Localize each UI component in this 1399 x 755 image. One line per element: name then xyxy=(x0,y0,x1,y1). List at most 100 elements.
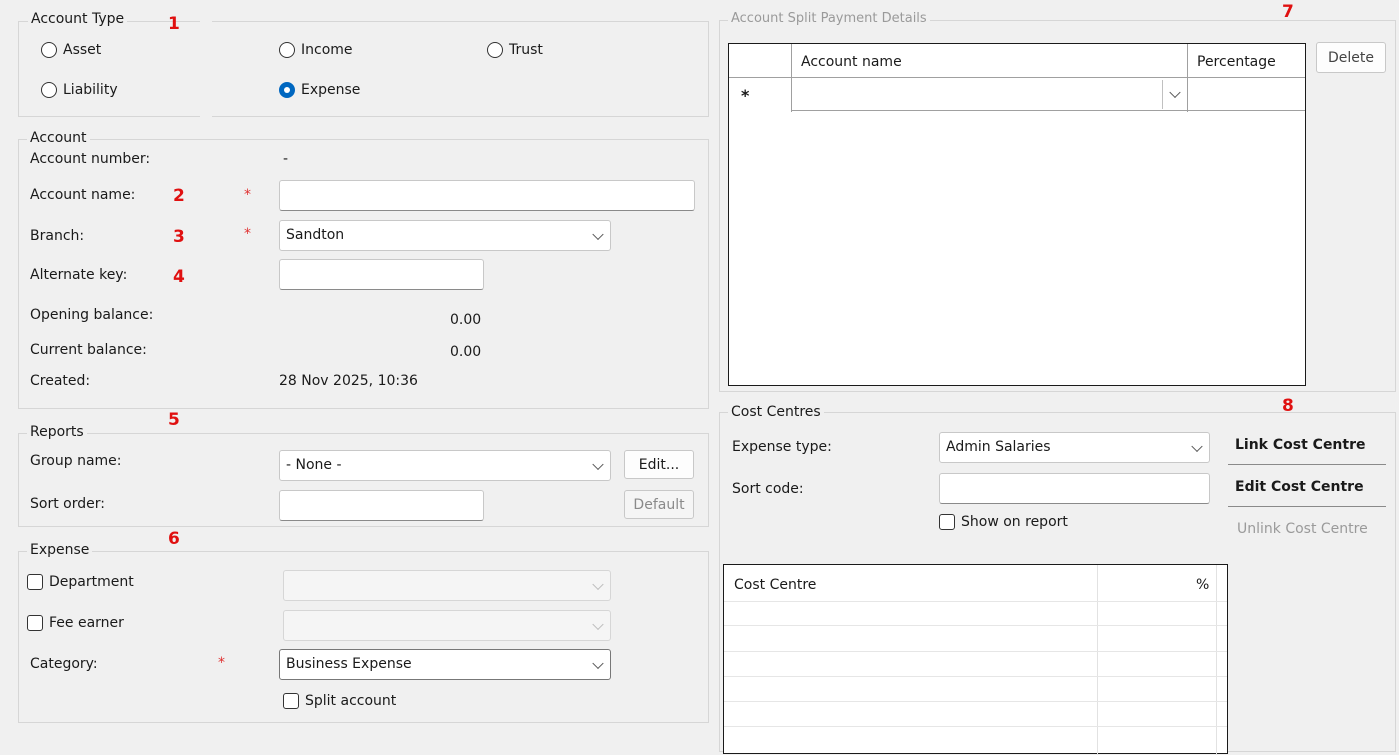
grid-row-line xyxy=(724,701,1227,702)
account-type-group xyxy=(18,21,709,117)
chevron-down-icon xyxy=(1191,440,1203,452)
radio-income[interactable]: Income xyxy=(279,42,353,58)
account-number-value: - xyxy=(283,151,289,167)
radio-liability-label: Liability xyxy=(63,82,118,98)
annotation-2: 2 xyxy=(173,186,185,206)
column-header-cost-centre[interactable]: Cost Centre xyxy=(734,577,816,593)
radio-trust-label: Trust xyxy=(509,42,543,58)
link-button-underline xyxy=(1228,464,1386,465)
sort-code-input[interactable] xyxy=(939,473,1210,504)
expense-type-select[interactable]: Admin Salaries xyxy=(939,432,1210,463)
account-legend: Account xyxy=(27,130,90,146)
grid-row-line xyxy=(724,601,1227,602)
group-name-label: Group name: xyxy=(30,453,122,469)
radio-expense[interactable]: Expense xyxy=(279,82,360,98)
new-row-account-select[interactable] xyxy=(791,78,1188,111)
annotation-3: 3 xyxy=(173,227,185,247)
fee-earner-checkbox[interactable]: Fee earner xyxy=(27,615,124,631)
sort-order-label: Sort order: xyxy=(30,496,105,512)
alternate-key-label: Alternate key: xyxy=(30,267,128,283)
annotation-8: 8 xyxy=(1282,396,1294,416)
branch-select[interactable]: Sandton xyxy=(279,220,611,251)
fee-earner-select[interactable] xyxy=(283,610,611,641)
checkbox-box xyxy=(283,693,299,709)
alternate-key-input[interactable] xyxy=(279,259,484,290)
group-name-value: - None - xyxy=(286,457,342,473)
department-select[interactable] xyxy=(283,570,611,601)
column-header-percentage[interactable]: Percentage xyxy=(1197,54,1276,70)
show-on-report-checkbox[interactable]: Show on report xyxy=(939,514,1068,530)
created-value: 28 Nov 2025, 10:36 xyxy=(279,373,418,389)
current-balance-value: 0.00 xyxy=(450,344,482,360)
annotation-4: 4 xyxy=(173,267,185,287)
unlink-cost-centre-button[interactable]: Unlink Cost Centre xyxy=(1237,521,1368,537)
radio-circle xyxy=(487,42,503,58)
annotation-7: 7 xyxy=(1282,2,1294,22)
category-value: Business Expense xyxy=(286,656,412,672)
checkbox-box xyxy=(27,574,43,590)
split-payment-grid[interactable]: Account name Percentage * xyxy=(728,43,1306,386)
column-header-account-name[interactable]: Account name xyxy=(801,54,902,70)
radio-asset[interactable]: Asset xyxy=(41,42,101,58)
category-label: Category: xyxy=(30,656,98,672)
account-name-input[interactable] xyxy=(279,180,695,211)
sort-order-input[interactable] xyxy=(279,490,484,521)
required-marker: * xyxy=(244,187,251,203)
required-marker: * xyxy=(218,655,225,671)
opening-balance-value: 0.00 xyxy=(450,312,482,328)
radio-circle xyxy=(41,82,57,98)
radio-trust[interactable]: Trust xyxy=(487,42,543,58)
account-type-legend: Account Type xyxy=(28,11,128,27)
radio-income-label: Income xyxy=(301,42,353,58)
radio-circle xyxy=(279,42,295,58)
account-number-label: Account number: xyxy=(30,151,151,167)
annotation-5: 5 xyxy=(168,410,180,430)
department-label: Department xyxy=(49,574,134,590)
radio-circle-selected xyxy=(279,82,295,98)
radio-liability[interactable]: Liability xyxy=(41,82,118,98)
checkbox-box xyxy=(939,514,955,530)
account-type-divider-gap xyxy=(200,12,212,120)
split-account-label: Split account xyxy=(305,693,397,709)
branch-label: Branch: xyxy=(30,228,85,244)
department-checkbox[interactable]: Department xyxy=(27,574,134,590)
account-name-label: Account name: xyxy=(30,187,136,203)
annotation-1: 1 xyxy=(168,14,180,34)
checkbox-box xyxy=(27,615,43,631)
expense-legend: Expense xyxy=(27,542,93,558)
chevron-down-icon xyxy=(1169,86,1181,99)
column-header-percent[interactable]: % xyxy=(1196,577,1209,593)
reports-legend: Reports xyxy=(27,424,87,440)
grid-row-line xyxy=(724,625,1227,626)
radio-expense-label: Expense xyxy=(301,82,361,98)
branch-value: Sandton xyxy=(286,227,345,243)
opening-balance-label: Opening balance: xyxy=(30,307,154,323)
required-marker: * xyxy=(244,226,251,242)
radio-asset-label: Asset xyxy=(63,42,102,58)
group-name-select[interactable]: - None - xyxy=(279,450,611,481)
category-select[interactable]: Business Expense xyxy=(279,649,611,680)
radio-circle xyxy=(41,42,57,58)
chevron-down-icon xyxy=(592,578,604,590)
created-label: Created: xyxy=(30,373,91,389)
delete-button[interactable]: Delete xyxy=(1316,42,1386,73)
fee-earner-label: Fee earner xyxy=(49,615,124,631)
edit-group-button[interactable]: Edit... xyxy=(624,450,694,479)
expense-type-label: Expense type: xyxy=(732,439,832,455)
cost-centres-legend: Cost Centres xyxy=(728,404,824,420)
edit-cost-centre-button[interactable]: Edit Cost Centre xyxy=(1235,479,1364,495)
cost-centre-grid[interactable]: Cost Centre % xyxy=(723,564,1228,755)
new-row-percentage-cell[interactable] xyxy=(1188,78,1305,111)
chevron-down-icon xyxy=(592,657,604,669)
grid-row-line xyxy=(724,676,1227,677)
chevron-down-icon xyxy=(592,228,604,240)
split-account-checkbox[interactable]: Split account xyxy=(283,693,396,709)
edit-button-underline xyxy=(1228,506,1386,507)
default-button[interactable]: Default xyxy=(624,490,694,519)
link-cost-centre-button[interactable]: Link Cost Centre xyxy=(1235,437,1366,453)
show-on-report-label: Show on report xyxy=(961,514,1068,530)
grid-row-line xyxy=(724,726,1227,727)
dropdown-divider xyxy=(1162,80,1163,109)
expense-type-value: Admin Salaries xyxy=(946,439,1051,455)
split-payment-legend: Account Split Payment Details xyxy=(728,11,930,26)
